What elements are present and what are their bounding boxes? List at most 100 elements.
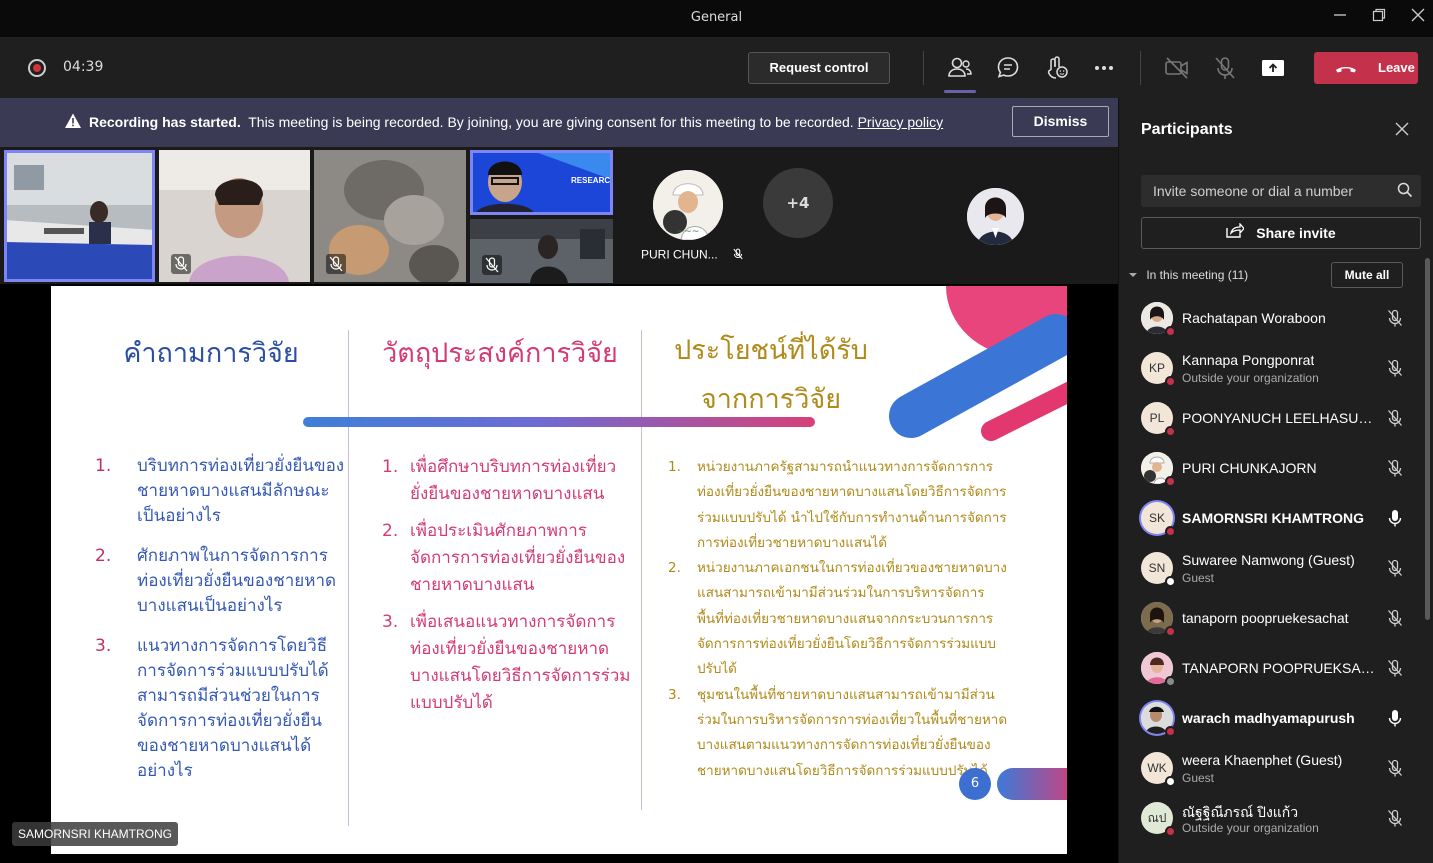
mic-off-icon[interactable]	[1211, 54, 1239, 82]
list-item: 1. หน่วยงานภาครัฐสามารถนำแนวทางการจัดการก…	[668, 455, 1008, 556]
item-text: ชุมชนในพื้นที่ชายหาดบางแสนสามารถเข้ามามี…	[697, 686, 1008, 779]
leave-button[interactable]: Leave	[1314, 52, 1418, 84]
meeting-timer: 04:39	[63, 59, 104, 75]
slide-decoration	[889, 314, 1067, 441]
participant-row[interactable]: WK weera Khaenphet (Guest) Guest	[1119, 743, 1424, 793]
avatar-initials: SK	[1148, 511, 1165, 525]
camera-off-icon[interactable]	[1163, 54, 1191, 82]
mic-icon[interactable]	[1385, 708, 1405, 728]
dismiss-button[interactable]: Dismiss	[1012, 106, 1109, 137]
mute-all-button[interactable]: Mute all	[1331, 262, 1403, 288]
video-tile[interactable]: RESEARC	[470, 150, 613, 215]
presence-status-icon	[1165, 726, 1176, 737]
close-panel-icon[interactable]	[1395, 120, 1409, 141]
section-label: In this meeting (11)	[1146, 268, 1249, 282]
video-tile[interactable]	[470, 219, 613, 283]
slide-gradient-bar	[303, 417, 815, 427]
close-window-icon[interactable]	[1406, 6, 1430, 30]
item-number: 3.	[668, 686, 681, 703]
presence-status-icon	[1165, 526, 1176, 537]
minimize-icon[interactable]	[1328, 6, 1352, 30]
participant-row[interactable]: SN Suwaree Namwong (Guest) Guest	[1119, 543, 1424, 593]
muted-icon	[731, 247, 745, 264]
participant-row[interactable]: ณป ณัฐฐิณีภรณ์ ปิงแก้ว Outside your organi…	[1119, 793, 1424, 843]
mic-muted-icon[interactable]	[1385, 758, 1405, 778]
invite-input[interactable]: Invite someone or dial a number	[1141, 175, 1421, 207]
participant-name: POONYANUCH LEELHASUWAN	[1182, 410, 1382, 426]
divider	[923, 51, 924, 85]
chat-icon[interactable]	[994, 54, 1022, 82]
participant-row[interactable]: PL POONYANUCH LEELHASUWAN	[1119, 393, 1424, 443]
participant-name: TANAPORN POOPRUEKSACH...	[1182, 660, 1382, 676]
research-questions-list: 1. บริบทการท่องเที่ยวยั่งยืนของชายหาดบางแ…	[95, 454, 345, 799]
puri-name-label: PURI CHUN...	[641, 247, 745, 264]
avatar: WK	[1141, 752, 1176, 787]
participant-row[interactable]: TANAPORN POOPRUEKSACH...	[1119, 643, 1424, 693]
item-number: 2.	[382, 521, 399, 541]
in-meeting-section[interactable]: In this meeting (11)	[1129, 268, 1248, 282]
invite-placeholder: Invite someone or dial a number	[1153, 183, 1353, 199]
meeting-toolbar: 04:39 Request control Leave	[0, 37, 1433, 98]
participant-row[interactable]: KP Kannapa Pongponrat Outside your organiz…	[1119, 343, 1424, 393]
puri-avatar[interactable]: ~~~	[653, 170, 723, 240]
muted-icon	[171, 254, 191, 274]
avatar: SN	[1141, 552, 1176, 587]
video-tile[interactable]	[314, 150, 466, 282]
more-options-icon[interactable]	[1090, 54, 1118, 82]
mic-muted-icon[interactable]	[1385, 308, 1405, 328]
item-number: 1.	[95, 456, 112, 476]
video-tile[interactable]	[159, 150, 310, 282]
column-divider	[348, 330, 349, 826]
share-invite-label: Share invite	[1256, 225, 1336, 241]
participant-name: tanaporn poopruekesachat	[1182, 610, 1349, 626]
participant-row[interactable]: SK SAMORNSRI KHAMTRONG	[1119, 493, 1424, 543]
benefits-list: 1. หน่วยงานภาครัฐสามารถนำแนวทางการจัดการก…	[668, 455, 1008, 784]
participant-row[interactable]: tanaporn poopruekesachat	[1119, 593, 1424, 643]
search-icon[interactable]	[1397, 182, 1413, 203]
muted-icon	[482, 255, 502, 275]
mic-muted-icon[interactable]	[1385, 808, 1405, 828]
puri-name-text: PURI CHUN...	[641, 247, 718, 262]
privacy-policy-link[interactable]: Privacy policy	[858, 114, 944, 130]
item-number: 2.	[95, 546, 112, 566]
item-text: แนวทางการจัดการโดยวิธีการจัดการร่วมแบบปร…	[137, 636, 329, 781]
mic-muted-icon[interactable]	[1385, 408, 1405, 428]
participant-name: Suwaree Namwong (Guest)	[1182, 552, 1355, 568]
mic-icon[interactable]	[1385, 508, 1405, 528]
participant-row[interactable]: warach madhyamapurush	[1119, 693, 1424, 743]
share-invite-button[interactable]: Share invite	[1141, 217, 1421, 249]
mic-muted-icon[interactable]	[1385, 358, 1405, 378]
avatar: KP	[1141, 352, 1176, 387]
svg-text:~~~: ~~~	[677, 227, 700, 237]
avatar-initials: KP	[1148, 361, 1165, 375]
panel-scrollbar[interactable]	[1425, 258, 1430, 620]
avatar	[1141, 652, 1176, 687]
mic-muted-icon[interactable]	[1385, 608, 1405, 628]
participant-avatar[interactable]	[967, 188, 1024, 245]
participant-subtitle: Guest	[1182, 771, 1215, 785]
mic-muted-icon[interactable]	[1385, 458, 1405, 478]
banner-bold: Recording has started.	[89, 114, 241, 130]
mic-muted-icon[interactable]	[1385, 558, 1405, 578]
participant-row[interactable]: PURI CHUNKAJORN	[1119, 443, 1424, 493]
item-text: ศักยภาพในการจัดการการท่องเที่ยวยั่งยืนขอ…	[137, 546, 337, 616]
panel-title: Participants	[1141, 121, 1233, 138]
column-title-research-questions: คำถามการวิจัย	[123, 338, 299, 369]
participants-icon[interactable]	[944, 54, 976, 93]
video-tile[interactable]	[4, 150, 155, 282]
maximize-icon[interactable]	[1367, 6, 1391, 30]
more-participants-button[interactable]: +4	[763, 168, 833, 238]
item-text: เพื่อเสนอแนวทางการจัดการท่องเที่ยวยั่งยื…	[410, 612, 631, 713]
recording-banner-text: Recording has started. This meeting is b…	[89, 114, 943, 130]
avatar	[1141, 602, 1176, 637]
mic-muted-icon[interactable]	[1385, 658, 1405, 678]
item-number: 3.	[95, 636, 112, 656]
column-title-objectives: วัตถุประสงค์การวิจัย	[382, 338, 618, 369]
participant-name: Kannapa Pongponrat	[1182, 352, 1315, 368]
participant-row[interactable]: Rachatapan Woraboon	[1119, 293, 1424, 343]
participant-list: Rachatapan Woraboon KP Kannapa Pongponrat O…	[1119, 293, 1424, 843]
share-screen-icon[interactable]	[1259, 54, 1287, 82]
warning-icon	[64, 112, 82, 135]
reactions-icon[interactable]	[1042, 54, 1070, 82]
request-control-button[interactable]: Request control	[748, 52, 890, 84]
